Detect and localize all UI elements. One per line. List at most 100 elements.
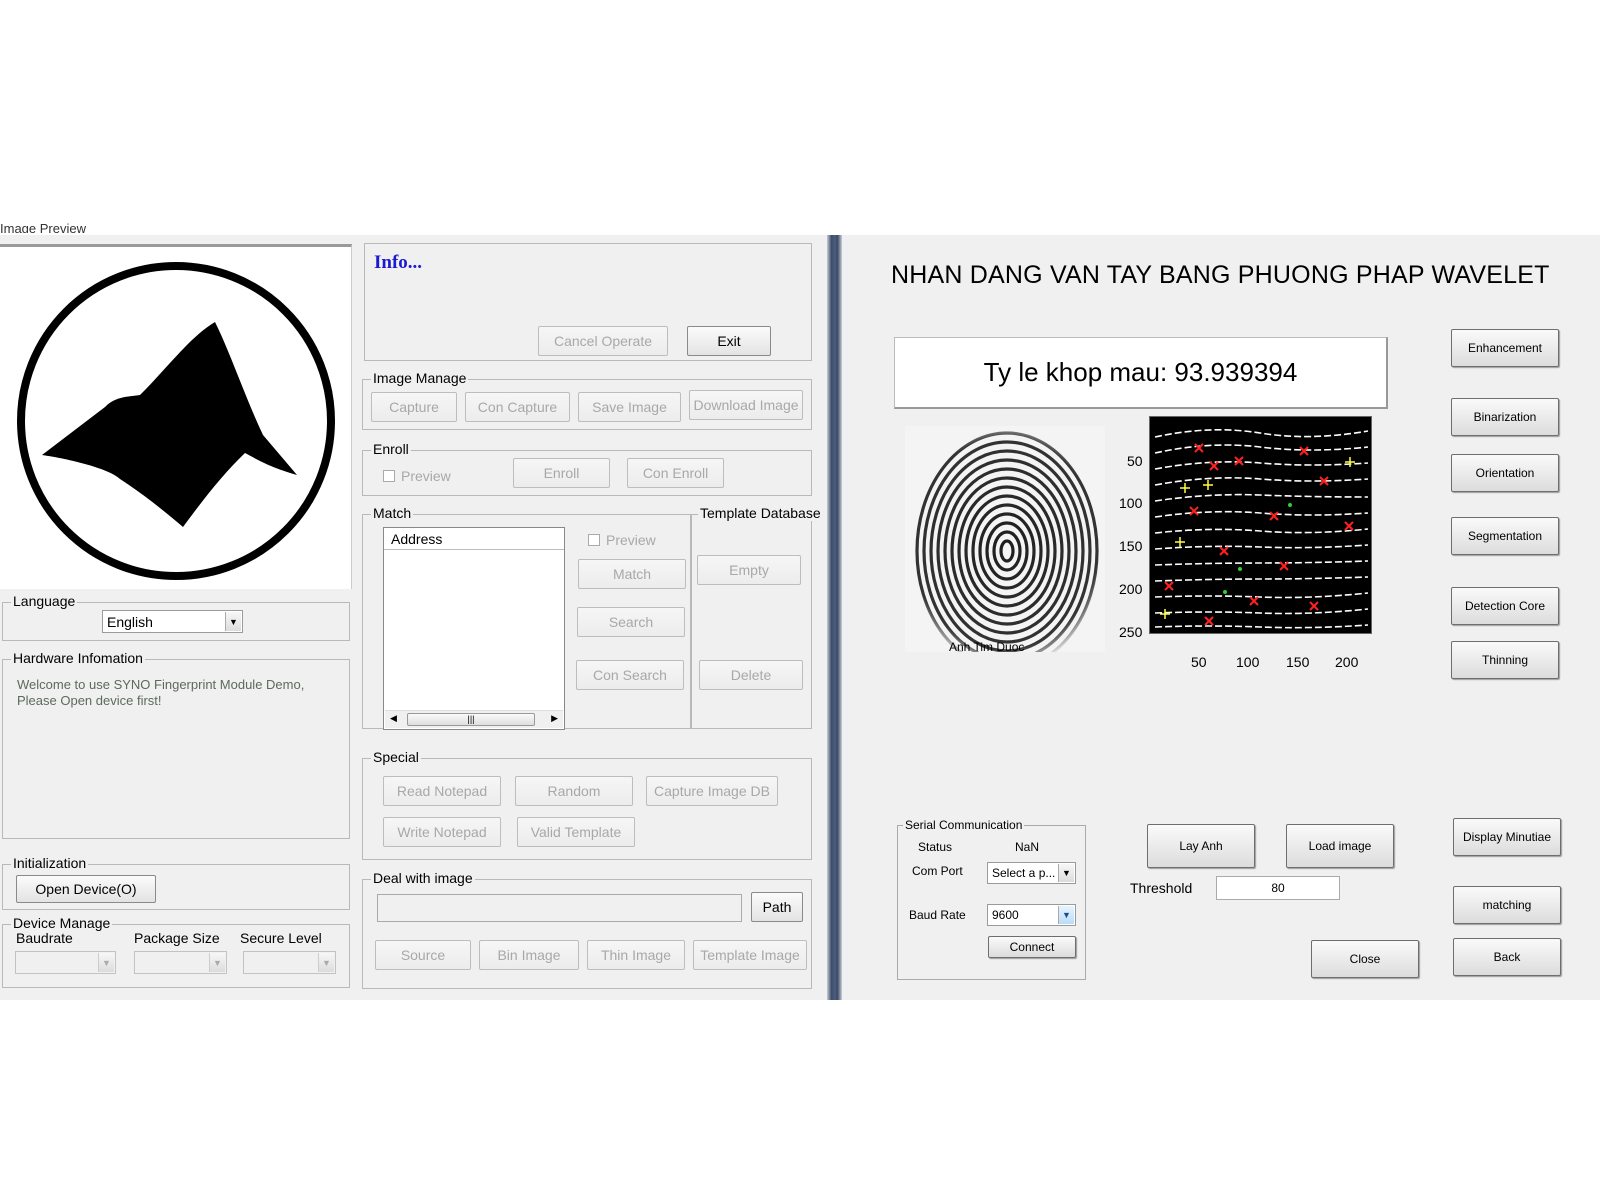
- secure-level-label: Secure Level: [240, 930, 322, 946]
- binarization-button[interactable]: Binarization: [1451, 398, 1559, 436]
- cancel-operate-button[interactable]: Cancel Operate: [538, 326, 668, 356]
- address-header[interactable]: Address: [384, 528, 564, 550]
- detection-core-button[interactable]: Detection Core: [1451, 587, 1559, 625]
- dropdown-arrow-icon[interactable]: ▼: [1058, 864, 1074, 882]
- hardware-info-label: Hardware Infomation: [11, 650, 145, 666]
- bin-image-button[interactable]: Bin Image: [479, 940, 579, 970]
- capture-image-db-button[interactable]: Capture Image DB: [646, 776, 778, 806]
- app-title: NHAN DANG VAN TAY BANG PHUONG PHAP WAVEL…: [891, 261, 1550, 289]
- match-group: Match Address ◀ ||| ▶ Preview Match Sear…: [362, 505, 691, 730]
- display-minutiae-button[interactable]: Display Minutiae: [1453, 818, 1561, 856]
- enroll-preview-label: Preview: [401, 468, 451, 484]
- com-port-label: Com Port: [912, 864, 963, 878]
- checkbox-box[interactable]: [588, 534, 600, 546]
- enroll-button[interactable]: Enroll: [513, 458, 610, 488]
- delete-button[interactable]: Delete: [699, 660, 803, 690]
- language-label: Language: [11, 593, 78, 609]
- image-preview: [0, 244, 352, 589]
- fingerprint-image: [905, 426, 1105, 671]
- secure-level-select[interactable]: ▼: [243, 951, 336, 974]
- baudrate-label: Baudrate: [16, 930, 73, 946]
- checkbox-box[interactable]: [383, 470, 395, 482]
- con-search-button[interactable]: Con Search: [576, 660, 684, 690]
- x-tick-label: 200: [1335, 654, 1359, 670]
- dropdown-arrow-icon[interactable]: ▼: [318, 953, 334, 972]
- thinning-button[interactable]: Thinning: [1451, 641, 1559, 679]
- con-enroll-button[interactable]: Con Enroll: [627, 458, 724, 488]
- path-input[interactable]: [377, 894, 742, 922]
- matching-button[interactable]: matching: [1453, 886, 1561, 924]
- thin-image-button[interactable]: Thin Image: [587, 940, 685, 970]
- y-tick-label: 150: [1119, 538, 1143, 554]
- image-caption: Anh Tim Duoc: [949, 640, 1025, 654]
- horizontal-scrollbar[interactable]: ◀ ||| ▶: [385, 710, 563, 728]
- initialization-group: Initialization Open Device(O): [2, 855, 350, 910]
- left-app-panel: Image Preview Info... Cancel Operate Exi…: [0, 223, 827, 1000]
- empty-button[interactable]: Empty: [697, 555, 801, 585]
- read-notepad-button[interactable]: Read Notepad: [383, 776, 501, 806]
- source-button[interactable]: Source: [375, 940, 471, 970]
- baudrate-select[interactable]: ▼: [15, 951, 116, 974]
- load-image-button[interactable]: Load image: [1286, 824, 1394, 868]
- dropdown-arrow-icon[interactable]: ▼: [225, 612, 241, 631]
- back-button[interactable]: Back: [1453, 938, 1561, 976]
- matlab-logo-icon: [17, 262, 335, 580]
- template-image-button[interactable]: Template Image: [693, 940, 807, 970]
- match-preview-checkbox[interactable]: Preview: [588, 532, 656, 548]
- save-image-button[interactable]: Save Image: [578, 392, 681, 422]
- deal-with-image-group: Deal with image Path Source Bin Image Th…: [362, 870, 812, 989]
- enroll-preview-checkbox[interactable]: Preview: [383, 468, 451, 484]
- x-tick-label: 50: [1191, 654, 1207, 670]
- open-device-button[interactable]: Open Device(O): [16, 875, 156, 903]
- y-tick-label: 200: [1119, 581, 1143, 597]
- hardware-message: Welcome to use SYNO Fingerprint Module D…: [17, 677, 305, 708]
- com-port-value: Select a p...: [992, 866, 1056, 880]
- language-select[interactable]: English ▼: [102, 610, 243, 633]
- capture-button[interactable]: Capture: [371, 392, 457, 422]
- connect-button[interactable]: Connect: [988, 936, 1076, 958]
- com-port-select[interactable]: Select a p... ▼: [987, 862, 1076, 884]
- dropdown-arrow-icon[interactable]: ▼: [209, 953, 225, 972]
- language-value: English: [107, 613, 153, 630]
- threshold-label: Threshold: [1130, 880, 1193, 896]
- segmentation-button[interactable]: Segmentation: [1451, 517, 1559, 555]
- package-size-label: Package Size: [134, 930, 220, 946]
- minutiae-plot: [1149, 416, 1372, 634]
- match-rate-display: Ty le khop mau: 93.939394: [894, 337, 1388, 409]
- baud-rate-select[interactable]: 9600 ▼: [987, 904, 1076, 926]
- path-button[interactable]: Path: [751, 892, 803, 922]
- scroll-thumb[interactable]: |||: [407, 713, 535, 726]
- special-label: Special: [371, 749, 421, 765]
- match-preview-label: Preview: [606, 532, 656, 548]
- scroll-right-icon[interactable]: ▶: [551, 713, 558, 724]
- package-size-select[interactable]: ▼: [134, 951, 227, 974]
- write-notepad-button[interactable]: Write Notepad: [383, 817, 501, 847]
- deal-with-image-label: Deal with image: [371, 870, 475, 886]
- x-tick-label: 100: [1236, 654, 1260, 670]
- orientation-button[interactable]: Orientation: [1451, 454, 1559, 492]
- random-button[interactable]: Random: [515, 776, 633, 806]
- download-image-button[interactable]: Download Image: [689, 390, 803, 420]
- baud-rate-value: 9600: [992, 908, 1019, 922]
- y-tick-label: 100: [1119, 495, 1143, 511]
- lay-anh-button[interactable]: Lay Anh: [1147, 824, 1255, 868]
- language-group: Language English ▼: [2, 593, 350, 641]
- scroll-left-icon[interactable]: ◀: [390, 713, 397, 724]
- con-capture-button[interactable]: Con Capture: [465, 392, 570, 422]
- dropdown-arrow-icon[interactable]: ▼: [98, 953, 114, 972]
- search-button[interactable]: Search: [577, 607, 685, 637]
- image-manage-label: Image Manage: [371, 370, 469, 386]
- divider: [827, 235, 842, 1000]
- serial-communication-group: Serial Communication Status NaN Com Port…: [897, 818, 1086, 980]
- address-list[interactable]: Address ◀ ||| ▶: [383, 527, 565, 730]
- close-button[interactable]: Close: [1311, 940, 1419, 978]
- exit-button[interactable]: Exit: [687, 326, 771, 356]
- threshold-input[interactable]: 80: [1216, 876, 1340, 900]
- serial-communication-label: Serial Communication: [903, 818, 1025, 832]
- enhancement-button[interactable]: Enhancement: [1451, 329, 1559, 367]
- dropdown-arrow-icon[interactable]: ▼: [1058, 906, 1074, 924]
- status-value: NaN: [1015, 840, 1040, 854]
- valid-template-button[interactable]: Valid Template: [517, 817, 635, 847]
- device-manage-group: Device Manage Baudrate Package Size Secu…: [2, 915, 350, 988]
- match-button[interactable]: Match: [578, 559, 686, 589]
